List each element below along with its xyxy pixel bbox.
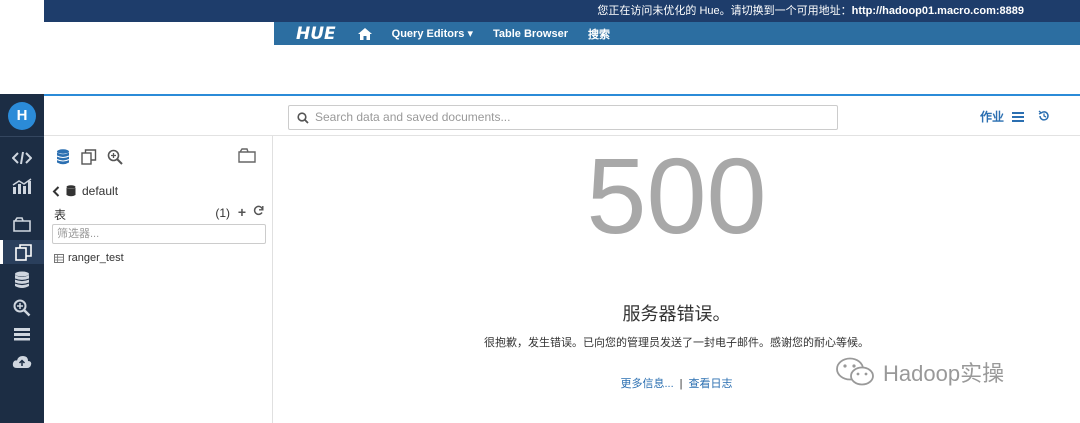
search-assist-tab-icon[interactable]: [106, 148, 124, 166]
filter-placeholder: 筛选器...: [57, 228, 100, 240]
legacy-navbar: HUE Query Editors ▾ Table Browser 搜索: [274, 22, 1080, 45]
tables-count: (1): [215, 206, 230, 220]
database-breadcrumb[interactable]: default: [52, 184, 118, 198]
table-list-item[interactable]: ranger_test: [54, 252, 124, 264]
database-icon: [66, 185, 76, 197]
banner-url[interactable]: http://hadoop01.macro.com:8889: [852, 5, 1024, 17]
nav-table-browser[interactable]: Table Browser: [493, 28, 568, 40]
folder-icon[interactable]: [11, 214, 33, 234]
list-icon[interactable]: [11, 324, 33, 344]
watermark-text: Hadoop实操: [883, 361, 1005, 386]
search-data-icon[interactable]: [11, 298, 33, 318]
search-icon: [297, 112, 309, 124]
documents-assist-tab-icon[interactable]: [80, 148, 98, 166]
tables-header: 表 (1) +: [54, 204, 264, 223]
link-separator: |: [679, 378, 683, 390]
history-icon[interactable]: [1038, 109, 1050, 127]
hue-home-logo[interactable]: H: [8, 102, 36, 130]
refresh-icon[interactable]: [253, 205, 264, 219]
jobs-list-icon: [1012, 111, 1025, 122]
open-folder-icon[interactable]: [238, 148, 256, 168]
table-icon: [54, 253, 64, 263]
database-name: default: [82, 184, 119, 198]
view-logs-link[interactable]: 查看日志: [689, 378, 733, 390]
tables-label: 表: [54, 208, 67, 222]
unoptimized-warning-banner: 您正在访问未优化的 Hue。请切换到一个可用地址：http://hadoop01…: [44, 0, 1080, 22]
jobs-label: 作业: [980, 110, 1005, 124]
chevron-left-icon[interactable]: [52, 185, 60, 197]
error-title: 服务器错误。: [622, 304, 731, 324]
home-icon[interactable]: [357, 27, 372, 40]
sidebar-divider: [0, 136, 44, 137]
add-table-icon[interactable]: +: [238, 204, 246, 220]
search-placeholder: Search data and saved documents...: [315, 110, 511, 124]
table-filter-input[interactable]: 筛选器...: [52, 224, 266, 244]
assist-tabs: [54, 148, 124, 166]
error-message: 很抱歉，发生错误。已向您的管理员发送了一封电子邮件。感谢您的耐心等候。: [484, 337, 869, 349]
wechat-icon: [836, 357, 874, 386]
jobs-button[interactable]: 作业: [980, 108, 1025, 125]
dashboard-icon[interactable]: [11, 176, 33, 196]
database-icon[interactable]: [11, 270, 33, 290]
documents-icon[interactable]: [0, 240, 44, 264]
assist-panel: default 表 (1) + 筛选器... ranger_test: [44, 136, 273, 423]
editor-icon[interactable]: [11, 148, 33, 168]
nav-search[interactable]: 搜索: [588, 26, 610, 42]
cloud-upload-icon[interactable]: [11, 352, 33, 372]
hue-logo[interactable]: HUE: [296, 24, 336, 44]
watermark: Hadoop实操: [835, 356, 1004, 388]
banner-message: 您正在访问未优化的 Hue。请切换到一个可用地址：: [597, 5, 852, 17]
nav-query-editors[interactable]: Query Editors ▾: [392, 27, 473, 40]
global-search-input[interactable]: Search data and saved documents...: [288, 105, 838, 130]
table-name: ranger_test: [68, 252, 124, 264]
error-code: 500: [586, 135, 767, 256]
left-sidebar: H: [0, 94, 44, 423]
app-header: Search data and saved documents... 作业: [44, 94, 1080, 136]
sql-assist-tab-icon[interactable]: [54, 148, 72, 166]
more-info-link[interactable]: 更多信息...: [620, 378, 673, 390]
